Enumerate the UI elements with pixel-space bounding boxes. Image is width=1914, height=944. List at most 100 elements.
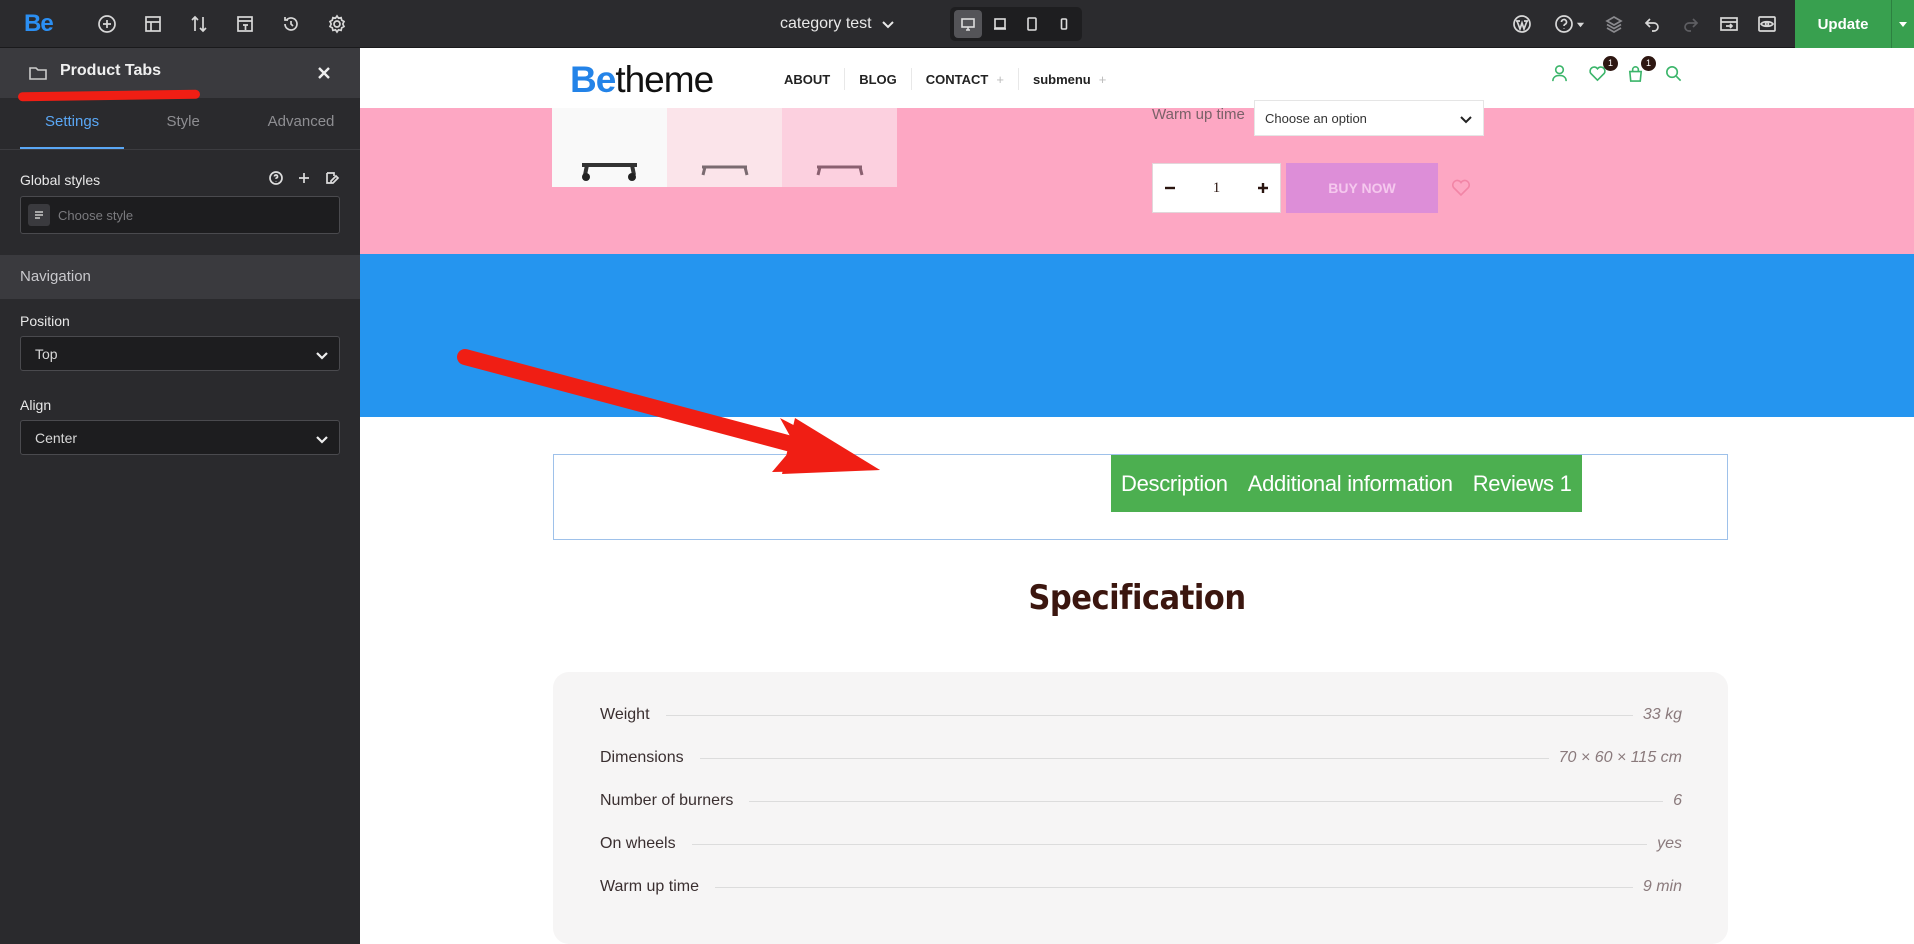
menu-item-about[interactable]: ABOUT <box>784 72 830 87</box>
panel-title: Product Tabs <box>60 62 162 79</box>
plus-icon[interactable] <box>1256 181 1270 195</box>
tab-settings[interactable]: Settings <box>20 98 125 149</box>
chevron-down-icon <box>1899 22 1907 27</box>
cart-icon[interactable]: 1 <box>1626 56 1656 84</box>
menu-item-blog[interactable]: BLOG <box>859 72 897 87</box>
menu-item-label: CONTACT <box>925 71 989 87</box>
spec-divider <box>749 800 1664 802</box>
spec-row: Number of burners 6 <box>600 790 1682 812</box>
preview-window-icon[interactable] <box>1717 12 1741 36</box>
spec-value: 33 kg <box>1642 706 1682 723</box>
position-label: Position <box>20 313 70 329</box>
element-settings-panel: Product Tabs Settings Style Advanced Glo… <box>0 48 360 944</box>
spec-name: Number of burners <box>600 792 734 809</box>
spec-name: Dimensions <box>600 749 684 766</box>
update-button[interactable]: Update <box>1795 0 1891 48</box>
tab-description[interactable]: Description <box>1111 455 1238 512</box>
chevron-down-icon <box>316 436 328 444</box>
spec-row: Warm up time 9 min <box>600 876 1682 898</box>
spec-row: On wheels yes <box>600 833 1682 855</box>
menu-item-submenu[interactable]: submenu + <box>1033 72 1106 87</box>
global-styles-actions <box>268 170 340 186</box>
eye-preview-icon[interactable] <box>1755 12 1779 36</box>
align-label: Align <box>20 397 52 413</box>
thumbnail-1[interactable] <box>552 103 667 187</box>
history-icon[interactable] <box>279 12 303 36</box>
menu-item-label: submenu <box>1032 71 1091 87</box>
global-style-placeholder: Choose style <box>58 207 134 223</box>
global-styles-label: Global styles <box>20 172 101 188</box>
help-icon[interactable] <box>268 170 284 186</box>
blue-section <box>360 254 1914 417</box>
laptop-view-button[interactable] <box>986 10 1014 38</box>
menu-divider <box>910 68 912 90</box>
tablet-icon <box>1027 17 1037 31</box>
product-tabs-element[interactable]: Description Additional information Revie… <box>553 454 1728 540</box>
menu-item-contact[interactable]: CONTACT + <box>926 72 1004 87</box>
update-options-button[interactable] <box>1891 0 1914 48</box>
warm-up-time-placeholder: Choose an option <box>1265 110 1367 126</box>
spec-value: 70 × 60 × 115 cm <box>1558 749 1682 766</box>
site-logo-be: Be <box>570 59 616 100</box>
builder-toolbar: Be category test Update <box>0 0 1914 48</box>
quantity-value[interactable]: 1 <box>1213 180 1221 197</box>
header-icons: 1 1 <box>1550 56 1684 84</box>
submenu-plus-icon[interactable]: + <box>1099 72 1107 87</box>
warm-up-time-label: Warm up time <box>1152 106 1245 123</box>
wishlist-icon[interactable]: 1 <box>1588 56 1618 84</box>
tab-advanced[interactable]: Advanced <box>242 98 360 149</box>
page-selector[interactable]: category test <box>780 12 896 36</box>
tablet-view-button[interactable] <box>1018 10 1046 38</box>
cart-count-badge: 1 <box>1641 56 1656 71</box>
close-icon[interactable] <box>312 61 336 85</box>
buy-now-button[interactable]: BUY NOW <box>1286 163 1438 213</box>
minus-icon[interactable] <box>1163 181 1177 195</box>
templates-icon[interactable] <box>233 12 257 36</box>
position-select[interactable]: Top <box>20 336 340 371</box>
tab-reviews[interactable]: Reviews 1 <box>1462 455 1582 512</box>
navigation-section-header[interactable]: Navigation <box>0 255 360 299</box>
edit-style-icon[interactable] <box>324 170 340 186</box>
site-logo-theme: theme <box>615 59 714 100</box>
desktop-icon <box>961 18 975 31</box>
redo-icon[interactable] <box>1679 12 1703 36</box>
add-element-icon[interactable] <box>95 12 119 36</box>
spec-divider <box>665 714 1633 716</box>
account-icon[interactable] <box>1550 64 1570 84</box>
spec-name: On wheels <box>600 835 676 852</box>
settings-gear-icon[interactable] <box>325 12 349 36</box>
list-icon <box>28 204 50 226</box>
specification-heading: Specification <box>1028 578 1246 618</box>
tab-additional-information[interactable]: Additional information <box>1237 455 1463 512</box>
add-to-wishlist-heart-icon[interactable] <box>1450 176 1472 198</box>
position-value: Top <box>35 345 58 362</box>
layers-icon[interactable] <box>1602 12 1626 36</box>
product-tabs-nav: Description Additional information Revie… <box>1111 455 1582 512</box>
spec-value: yes <box>1657 835 1682 852</box>
mobile-icon <box>1060 18 1068 30</box>
thumbnail-3[interactable] <box>782 103 897 187</box>
undo-icon[interactable] <box>1640 12 1664 36</box>
align-select[interactable]: Center <box>20 420 340 455</box>
mobile-view-button[interactable] <box>1050 10 1078 38</box>
site-logo[interactable]: Betheme <box>570 59 714 101</box>
warm-up-time-select[interactable]: Choose an option <box>1254 100 1484 136</box>
spec-divider <box>699 757 1549 759</box>
menu-divider <box>1017 68 1019 90</box>
betheme-logo[interactable]: Be <box>24 10 56 38</box>
global-style-select[interactable]: Choose style <box>20 196 340 234</box>
add-section-icon[interactable] <box>141 12 165 36</box>
desktop-view-button[interactable] <box>954 10 982 38</box>
search-icon[interactable] <box>1664 64 1684 84</box>
spec-row: Weight 33 kg <box>600 704 1682 726</box>
spec-value: 6 <box>1673 792 1682 809</box>
gallery-thumbnails <box>552 103 897 187</box>
help-dropdown-caret-icon[interactable] <box>1573 12 1587 36</box>
submenu-plus-icon[interactable]: + <box>996 72 1004 87</box>
menu-item-label: ABOUT <box>784 71 831 87</box>
thumbnail-2[interactable] <box>667 103 782 187</box>
add-icon[interactable] <box>296 170 312 186</box>
tab-style[interactable]: Style <box>124 98 242 149</box>
sort-icon[interactable] <box>187 12 211 36</box>
wordpress-icon[interactable] <box>1510 12 1534 36</box>
